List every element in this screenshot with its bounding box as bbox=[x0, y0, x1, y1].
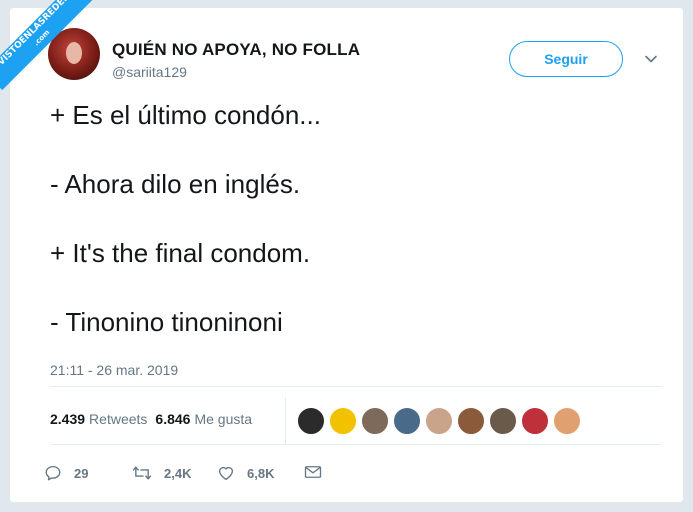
reply-action[interactable]: 29 bbox=[44, 464, 88, 482]
tweet-card: QUIÉN NO APOYA, NO FOLLA @sariita129 Seg… bbox=[10, 8, 683, 502]
liker-avatar[interactable] bbox=[425, 407, 453, 435]
divider bbox=[50, 444, 662, 445]
liker-avatar[interactable] bbox=[297, 407, 325, 435]
retweets-count[interactable]: 2.439 bbox=[50, 411, 85, 427]
like-count: 6,8K bbox=[247, 465, 275, 481]
like-action[interactable]: 6,8K bbox=[217, 464, 274, 482]
engagement-stats: 2.439 Retweets 6.846 Me gusta bbox=[50, 411, 256, 427]
chevron-down-icon[interactable] bbox=[644, 52, 658, 66]
tweet-timestamp[interactable]: 21:11 - 26 mar. 2019 bbox=[50, 362, 178, 378]
divider bbox=[50, 386, 662, 387]
liker-avatar[interactable] bbox=[521, 407, 549, 435]
retweets-label[interactable]: Retweets bbox=[89, 411, 147, 427]
mail-icon[interactable] bbox=[304, 464, 322, 480]
stats-separator bbox=[285, 397, 286, 445]
follow-button[interactable]: Seguir bbox=[509, 41, 623, 77]
tweet-line: - Tinonino tinoninoni bbox=[50, 307, 283, 337]
display-name[interactable]: QUIÉN NO APOYA, NO FOLLA bbox=[112, 40, 360, 60]
liker-avatar[interactable] bbox=[361, 407, 389, 435]
retweet-icon[interactable] bbox=[132, 464, 152, 482]
liker-avatar[interactable] bbox=[553, 407, 581, 435]
retweet-action[interactable]: 2,4K bbox=[132, 464, 191, 482]
tweet-line: + It's the final condom. bbox=[50, 238, 311, 268]
tweet-line: + Es el último condón... bbox=[50, 100, 321, 130]
tweet-line: - Ahora dilo en inglés. bbox=[50, 169, 301, 199]
reply-icon[interactable] bbox=[44, 464, 62, 482]
retweet-count: 2,4K bbox=[164, 465, 192, 481]
liker-avatar[interactable] bbox=[393, 407, 421, 435]
likes-label[interactable]: Me gusta bbox=[194, 411, 252, 427]
heart-icon[interactable] bbox=[217, 464, 235, 482]
user-handle[interactable]: @sariita129 bbox=[112, 64, 187, 80]
reply-count: 29 bbox=[74, 465, 89, 481]
liker-avatar[interactable] bbox=[329, 407, 357, 435]
liker-avatar[interactable] bbox=[457, 407, 485, 435]
likes-count[interactable]: 6.846 bbox=[155, 411, 190, 427]
dm-action[interactable] bbox=[304, 464, 334, 480]
likers-avatars bbox=[297, 407, 585, 435]
liker-avatar[interactable] bbox=[489, 407, 517, 435]
